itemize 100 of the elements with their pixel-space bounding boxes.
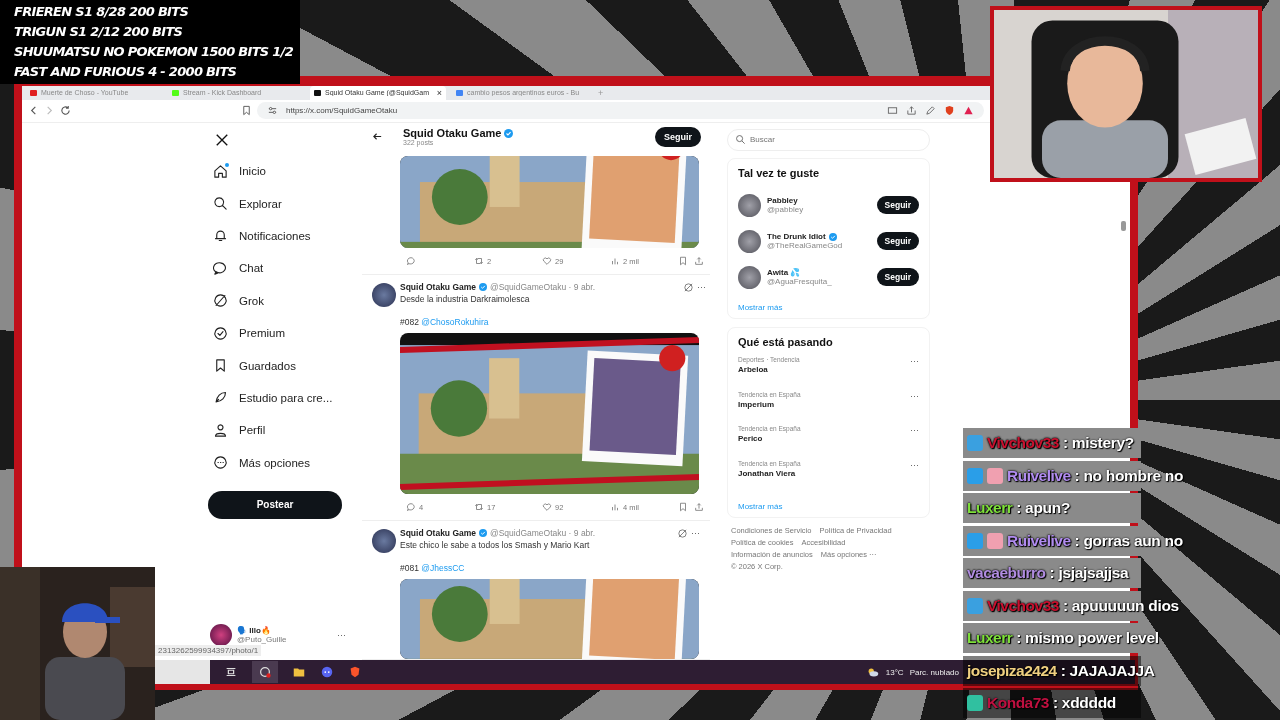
nav-item[interactable]: Chat	[208, 252, 362, 285]
triangle-icon[interactable]	[963, 105, 974, 117]
chat-text: : apun?	[1016, 499, 1071, 517]
nav-item[interactable]: Más opciones	[208, 446, 362, 479]
views-icon	[610, 256, 620, 266]
post-meta: @SquidGameOtaku · 9 abr.	[490, 282, 596, 292]
search-field[interactable]: Buscar	[727, 128, 930, 151]
note-line: TRIGUN S1 2/12 200 BITS	[14, 23, 183, 41]
trend-name[interactable]: Imperium	[738, 399, 801, 409]
trend-name[interactable]: Arbeloa	[738, 365, 800, 374]
reply-icon	[406, 256, 416, 266]
post-tag: #082	[400, 317, 419, 327]
trend-name[interactable]: Perico	[738, 434, 801, 443]
author-name: Squid Otaku Game	[400, 528, 477, 538]
more-button[interactable]: ···	[910, 390, 919, 425]
more-button[interactable]: ···	[910, 425, 919, 460]
bookmark-icon[interactable]	[678, 502, 688, 512]
chat-username: Ruivelive	[1007, 466, 1071, 485]
shield-icon[interactable]	[944, 105, 955, 117]
follow-button[interactable]: Seguir	[876, 268, 919, 286]
more-button[interactable]: ···	[910, 356, 919, 391]
follow-button[interactable]: Seguir	[876, 196, 919, 214]
person-icon	[213, 422, 228, 438]
avatar	[738, 193, 761, 217]
grok-icon[interactable]	[683, 281, 694, 293]
grok-icon	[213, 293, 228, 309]
nav-item[interactable]: Estudio para cre...	[208, 381, 362, 415]
nav-item[interactable]: Explorar	[208, 187, 362, 220]
chat-username: vacaeburro	[967, 564, 1046, 582]
nav-item[interactable]: Perfil	[208, 414, 362, 447]
task-view-icon[interactable]	[224, 665, 238, 679]
post-tag: #081	[400, 563, 419, 573]
chat-text: : gorras aun no	[1074, 531, 1183, 550]
nav-item[interactable]: Inicio	[208, 155, 362, 188]
bookmark-icon[interactable]	[241, 105, 252, 117]
share-icon[interactable]	[906, 105, 917, 117]
account-handle: @Puto_Guille	[237, 635, 288, 644]
edit-icon[interactable]	[925, 105, 936, 117]
share-icon[interactable]	[694, 256, 704, 266]
scrollbar-thumb[interactable]	[1121, 221, 1126, 231]
chat-username: Ruivelive	[1007, 531, 1071, 550]
nav-item[interactable]: Guardados	[208, 349, 362, 382]
taskbar-panel	[155, 660, 210, 684]
temperature: 13°C	[885, 667, 904, 677]
reload-icon[interactable]	[60, 105, 71, 117]
more-button[interactable]: ···	[697, 282, 706, 292]
account-handle: @TheRealGameGod	[767, 241, 844, 250]
avatar	[210, 624, 232, 646]
avatar	[372, 283, 396, 307]
chat-app-icon[interactable]	[320, 665, 334, 679]
author-name: Squid Otaku Game	[400, 282, 477, 292]
chat-text: : mismo power level	[1016, 629, 1159, 647]
trend-name[interactable]: Jonathan Viera	[738, 468, 801, 478]
post-text: Este chico le sabe a todos los Smash y Mario Kart	[400, 540, 591, 550]
avatar	[738, 265, 761, 289]
chat-text: : jsjajsajjsa	[1049, 564, 1129, 582]
bookmark-icon	[213, 358, 228, 374]
site-settings-icon[interactable]	[267, 105, 278, 117]
account-handle: @pabbley	[767, 205, 805, 214]
address-bar[interactable]: https://x.com/SquidGameOtaku	[257, 102, 984, 120]
nav-item[interactable]: Premium	[208, 316, 362, 350]
account-name: Awita 💦	[767, 268, 801, 277]
profile-name: Squid Otaku Game	[403, 127, 502, 139]
chat-text: : no hombre no	[1074, 466, 1184, 485]
back-arrow-icon[interactable]	[372, 131, 383, 142]
premium-icon	[213, 325, 228, 341]
share-icon[interactable]	[694, 502, 704, 512]
more-button[interactable]: ···	[691, 528, 700, 538]
nav-item[interactable]: Grok	[208, 284, 362, 317]
account-handle: @AguaFresquita_	[767, 277, 833, 286]
chat-username: Luxerr	[967, 629, 1013, 647]
avatar	[738, 229, 761, 253]
camera-icon[interactable]	[252, 661, 278, 683]
more-button[interactable]: ···	[910, 459, 919, 494]
follow-button[interactable]: Seguir	[876, 232, 919, 250]
chat-username: josepiza2424	[967, 661, 1057, 680]
card-title: Tal vez te guste	[738, 167, 821, 179]
search-icon	[735, 133, 746, 145]
chat-icon	[213, 260, 228, 276]
post-button[interactable]: Postear	[208, 490, 342, 519]
status-url: 2313262599934397/photo/1	[155, 645, 262, 656]
back-icon[interactable]	[28, 105, 39, 117]
chat-text: : JAJAJAJJA	[1060, 661, 1155, 680]
chat-username: Luxerr	[967, 499, 1013, 517]
reply-icon	[406, 502, 416, 512]
x-logo-icon[interactable]	[215, 133, 229, 147]
window-icon[interactable]	[887, 105, 898, 117]
search-icon	[213, 196, 228, 212]
account-name: The Drunk Idiot	[767, 232, 826, 241]
note-line: FRIEREN S1 8/28 200 BITS	[14, 3, 189, 21]
account-name: 🗣 Illo🔥	[237, 626, 272, 635]
bookmark-icon[interactable]	[678, 256, 688, 266]
more-icon	[213, 455, 228, 471]
follow-button[interactable]: Seguir	[655, 126, 701, 147]
grok-icon[interactable]	[677, 527, 688, 539]
views-icon	[610, 502, 620, 512]
more-button[interactable]: ···	[337, 630, 346, 640]
repost-icon	[474, 502, 484, 512]
nav-item[interactable]: Notificaciones	[208, 219, 362, 253]
chat-username: Vivchov33	[987, 596, 1059, 615]
